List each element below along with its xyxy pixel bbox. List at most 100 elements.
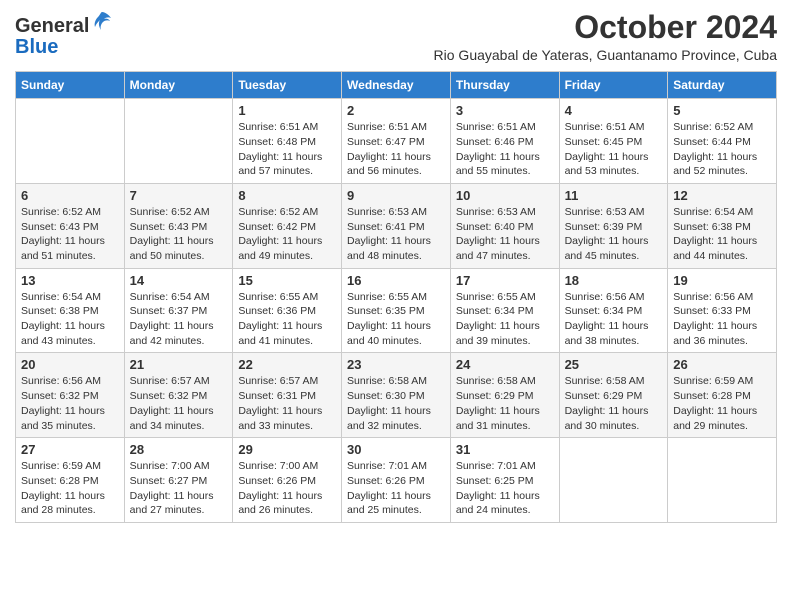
weekday-header-friday: Friday — [559, 72, 668, 99]
weekday-header-row: SundayMondayTuesdayWednesdayThursdayFrid… — [16, 72, 777, 99]
day-number: 15 — [238, 273, 336, 288]
calendar-cell: 27Sunrise: 6:59 AMSunset: 6:28 PMDayligh… — [16, 438, 125, 523]
day-number: 29 — [238, 442, 336, 457]
day-number: 8 — [238, 188, 336, 203]
month-title: October 2024 — [434, 10, 777, 45]
day-info: Sunrise: 6:59 AMSunset: 6:28 PMDaylight:… — [673, 374, 771, 433]
day-info: Sunrise: 6:53 AMSunset: 6:39 PMDaylight:… — [565, 205, 663, 264]
day-number: 3 — [456, 103, 554, 118]
day-number: 30 — [347, 442, 445, 457]
day-info: Sunrise: 6:51 AMSunset: 6:48 PMDaylight:… — [238, 120, 336, 179]
day-number: 7 — [130, 188, 228, 203]
day-info: Sunrise: 6:55 AMSunset: 6:34 PMDaylight:… — [456, 290, 554, 349]
calendar-cell: 21 Sunrise: 6:57 AMSunset: 6:32 PMDayligh… — [124, 353, 233, 438]
calendar-cell: 6 Sunrise: 6:52 AMSunset: 6:43 PMDaylight… — [16, 183, 125, 268]
calendar-cell: 10Sunrise: 6:53 AMSunset: 6:40 PMDayligh… — [450, 183, 559, 268]
calendar-cell: 2Sunrise: 6:51 AMSunset: 6:47 PMDaylight… — [342, 99, 451, 184]
day-number: 23 — [347, 357, 445, 372]
day-number: 31 — [456, 442, 554, 457]
day-info: Sunrise: 6:55 AMSunset: 6:36 PMDaylight:… — [238, 290, 336, 349]
calendar-cell: 15 Sunrise: 6:55 AMSunset: 6:36 PMDayligh… — [233, 268, 342, 353]
calendar-cell: 26 Sunrise: 6:59 AMSunset: 6:28 PMDayligh… — [668, 353, 777, 438]
weekday-header-saturday: Saturday — [668, 72, 777, 99]
day-number: 16 — [347, 273, 445, 288]
calendar-cell: 19 Sunrise: 6:56 AMSunset: 6:33 PMDayligh… — [668, 268, 777, 353]
day-number: 5 — [673, 103, 771, 118]
day-info: Sunrise: 6:57 AMSunset: 6:31 PMDaylight:… — [238, 374, 336, 433]
day-number: 9 — [347, 188, 445, 203]
title-section: October 2024 Rio Guayabal de Yateras, Gu… — [434, 10, 777, 63]
calendar-cell: 25 Sunrise: 6:58 AMSunset: 6:29 PMDayligh… — [559, 353, 668, 438]
day-number: 28 — [130, 442, 228, 457]
day-info: Sunrise: 6:51 AMSunset: 6:47 PMDaylight:… — [347, 120, 445, 179]
day-number: 12 — [673, 188, 771, 203]
calendar-cell: 1 Sunrise: 6:51 AMSunset: 6:48 PMDaylight… — [233, 99, 342, 184]
day-number: 4 — [565, 103, 663, 118]
location-subtitle: Rio Guayabal de Yateras, Guantanamo Prov… — [434, 47, 777, 63]
day-info: Sunrise: 6:52 AMSunset: 6:42 PMDaylight:… — [238, 205, 336, 264]
day-number: 13 — [21, 273, 119, 288]
day-number: 25 — [565, 357, 663, 372]
day-number: 1 — [238, 103, 336, 118]
calendar-cell: 5Sunrise: 6:52 AMSunset: 6:44 PMDaylight… — [668, 99, 777, 184]
calendar-cell: 28 Sunrise: 7:00 AMSunset: 6:27 PMDayligh… — [124, 438, 233, 523]
day-info: Sunrise: 7:00 AMSunset: 6:26 PMDaylight:… — [238, 459, 336, 518]
week-row-2: 6 Sunrise: 6:52 AMSunset: 6:43 PMDaylight… — [16, 183, 777, 268]
calendar-cell: 9 Sunrise: 6:53 AMSunset: 6:41 PMDaylight… — [342, 183, 451, 268]
day-info: Sunrise: 6:52 AMSunset: 6:43 PMDaylight:… — [21, 205, 119, 264]
day-number: 18 — [565, 273, 663, 288]
day-info: Sunrise: 7:00 AMSunset: 6:27 PMDaylight:… — [130, 459, 228, 518]
calendar-cell: 4Sunrise: 6:51 AMSunset: 6:45 PMDaylight… — [559, 99, 668, 184]
calendar-cell — [559, 438, 668, 523]
day-number: 20 — [21, 357, 119, 372]
calendar-cell — [668, 438, 777, 523]
day-info: Sunrise: 6:56 AMSunset: 6:32 PMDaylight:… — [21, 374, 119, 433]
logo-bird-icon — [91, 10, 113, 32]
weekday-header-wednesday: Wednesday — [342, 72, 451, 99]
day-number: 11 — [565, 188, 663, 203]
week-row-5: 27Sunrise: 6:59 AMSunset: 6:28 PMDayligh… — [16, 438, 777, 523]
calendar-cell: 14Sunrise: 6:54 AMSunset: 6:37 PMDayligh… — [124, 268, 233, 353]
day-info: Sunrise: 6:56 AMSunset: 6:34 PMDaylight:… — [565, 290, 663, 349]
day-info: Sunrise: 6:54 AMSunset: 6:38 PMDaylight:… — [673, 205, 771, 264]
week-row-1: 1 Sunrise: 6:51 AMSunset: 6:48 PMDaylight… — [16, 99, 777, 184]
day-info: Sunrise: 6:58 AMSunset: 6:30 PMDaylight:… — [347, 374, 445, 433]
calendar-cell — [124, 99, 233, 184]
day-info: Sunrise: 6:53 AMSunset: 6:41 PMDaylight:… — [347, 205, 445, 264]
day-info: Sunrise: 7:01 AMSunset: 6:26 PMDaylight:… — [347, 459, 445, 518]
day-number: 24 — [456, 357, 554, 372]
calendar-cell: 18 Sunrise: 6:56 AMSunset: 6:34 PMDayligh… — [559, 268, 668, 353]
day-info: Sunrise: 6:55 AMSunset: 6:35 PMDaylight:… — [347, 290, 445, 349]
calendar-cell: 31Sunrise: 7:01 AMSunset: 6:25 PMDayligh… — [450, 438, 559, 523]
day-number: 26 — [673, 357, 771, 372]
logo-text: General — [15, 10, 113, 37]
page-header: General Blue October 2024 Rio Guayabal d… — [15, 10, 777, 63]
weekday-header-monday: Monday — [124, 72, 233, 99]
day-number: 22 — [238, 357, 336, 372]
day-number: 19 — [673, 273, 771, 288]
day-info: Sunrise: 6:58 AMSunset: 6:29 PMDaylight:… — [456, 374, 554, 433]
day-info: Sunrise: 6:56 AMSunset: 6:33 PMDaylight:… — [673, 290, 771, 349]
day-info: Sunrise: 6:54 AMSunset: 6:38 PMDaylight:… — [21, 290, 119, 349]
day-info: Sunrise: 6:54 AMSunset: 6:37 PMDaylight:… — [130, 290, 228, 349]
day-info: Sunrise: 6:58 AMSunset: 6:29 PMDaylight:… — [565, 374, 663, 433]
day-number: 21 — [130, 357, 228, 372]
calendar-cell: 11 Sunrise: 6:53 AMSunset: 6:39 PMDayligh… — [559, 183, 668, 268]
logo-general: General — [15, 15, 89, 37]
day-number: 10 — [456, 188, 554, 203]
day-info: Sunrise: 6:59 AMSunset: 6:28 PMDaylight:… — [21, 459, 119, 518]
day-info: Sunrise: 6:57 AMSunset: 6:32 PMDaylight:… — [130, 374, 228, 433]
calendar-cell: 8 Sunrise: 6:52 AMSunset: 6:42 PMDaylight… — [233, 183, 342, 268]
calendar-cell — [16, 99, 125, 184]
day-number: 6 — [21, 188, 119, 203]
calendar-cell: 30 Sunrise: 7:01 AMSunset: 6:26 PMDayligh… — [342, 438, 451, 523]
calendar-cell: 24 Sunrise: 6:58 AMSunset: 6:29 PMDayligh… — [450, 353, 559, 438]
calendar-cell: 17 Sunrise: 6:55 AMSunset: 6:34 PMDayligh… — [450, 268, 559, 353]
calendar-cell: 13 Sunrise: 6:54 AMSunset: 6:38 PMDayligh… — [16, 268, 125, 353]
week-row-4: 20 Sunrise: 6:56 AMSunset: 6:32 PMDayligh… — [16, 353, 777, 438]
day-number: 17 — [456, 273, 554, 288]
weekday-header-thursday: Thursday — [450, 72, 559, 99]
calendar-table: SundayMondayTuesdayWednesdayThursdayFrid… — [15, 71, 777, 523]
calendar-cell: 22 Sunrise: 6:57 AMSunset: 6:31 PMDayligh… — [233, 353, 342, 438]
day-info: Sunrise: 6:52 AMSunset: 6:43 PMDaylight:… — [130, 205, 228, 264]
